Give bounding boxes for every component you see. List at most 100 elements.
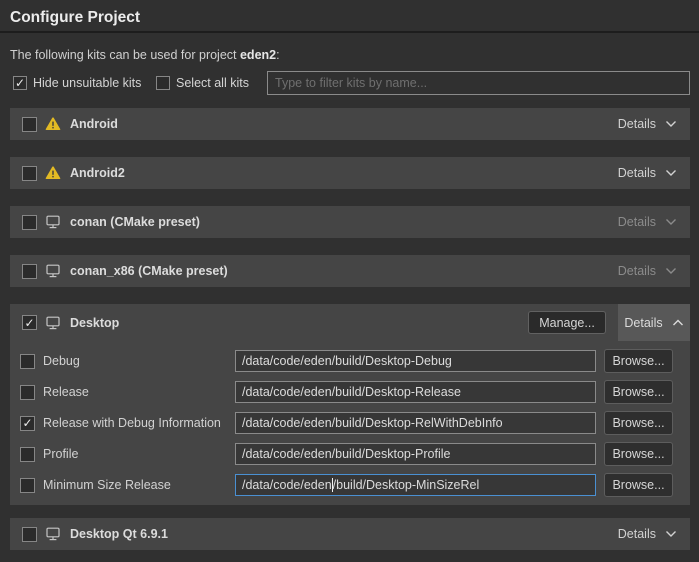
build-dir-value-after-caret: /build/Desktop-MinSizeRel	[333, 478, 480, 492]
build-dir-value: /data/code/eden/build/Desktop-Release	[242, 385, 461, 399]
subtitle-text: The following kits can be used for proje…	[10, 48, 240, 62]
config-checkbox-relwithdebinfo[interactable]	[20, 416, 35, 431]
details-label: Details	[618, 215, 656, 229]
build-dir-input-relwithdebinfo[interactable]: /data/code/eden/build/Desktop-RelWithDeb…	[235, 412, 596, 434]
build-config-row-profile: Profile /data/code/eden/build/Desktop-Pr…	[10, 442, 690, 466]
chevron-down-icon	[665, 267, 677, 275]
build-config-row-debug: Debug /data/code/eden/build/Desktop-Debu…	[10, 349, 690, 373]
kit-checkbox-conan[interactable]	[22, 215, 37, 230]
config-checkbox-debug[interactable]	[20, 354, 35, 369]
build-dir-input-release[interactable]: /data/code/eden/build/Desktop-Release	[235, 381, 596, 403]
config-label: Release with Debug Information	[43, 416, 221, 430]
build-config-row-relwithdebinfo: Release with Debug Information /data/cod…	[10, 411, 690, 435]
kit-checkbox-desktop-qt-691[interactable]	[22, 527, 37, 542]
config-label: Minimum Size Release	[43, 478, 171, 492]
config-label: Debug	[43, 354, 80, 368]
config-left: Release	[20, 380, 89, 404]
select-all-kits-option: Select all kits	[156, 76, 249, 90]
warning-icon	[45, 117, 61, 131]
details-button[interactable]: Details	[618, 304, 690, 341]
kit-row-desktop-qt-691: Desktop Qt 6.9.1 Details	[10, 518, 690, 550]
browse-label: Browse...	[612, 354, 664, 368]
kit-row-android: Android Details	[10, 108, 690, 140]
chevron-down-icon	[665, 530, 677, 538]
desktop-icon	[45, 527, 61, 541]
kit-panel-desktop: Desktop Manage... Details Debug /data/co…	[10, 304, 690, 505]
kit-name: Android	[70, 117, 118, 131]
config-left: Minimum Size Release	[20, 473, 171, 497]
browse-button-minsizerel[interactable]: Browse...	[604, 473, 673, 497]
select-all-kits-label: Select all kits	[176, 76, 249, 90]
kit-checkbox-android2[interactable]	[22, 166, 37, 181]
build-config-row-minsizerel: Minimum Size Release /data/code/eden/bui…	[10, 473, 690, 497]
details-label: Details	[618, 264, 656, 278]
kit-name: Desktop	[70, 316, 119, 330]
kit-name: Desktop Qt 6.9.1	[70, 527, 168, 541]
kit-checkbox-android[interactable]	[22, 117, 37, 132]
manage-label: Manage...	[539, 316, 595, 330]
kits-subtitle: The following kits can be used for proje…	[10, 48, 280, 62]
config-left: Profile	[20, 442, 78, 466]
build-dir-input-debug[interactable]: /data/code/eden/build/Desktop-Debug	[235, 350, 596, 372]
details-label: Details	[618, 527, 656, 541]
kit-row-conan: conan (CMake preset) Details	[10, 206, 690, 238]
kit-row-desktop: Desktop Manage... Details	[10, 304, 690, 341]
config-left: Debug	[20, 349, 80, 373]
build-config-row-release: Release /data/code/eden/build/Desktop-Re…	[10, 380, 690, 404]
details-label: Details	[618, 117, 656, 131]
browse-button-relwithdebinfo[interactable]: Browse...	[604, 411, 673, 435]
config-checkbox-minsizerel[interactable]	[20, 478, 35, 493]
manage-button[interactable]: Manage...	[528, 311, 606, 334]
details-label: Details	[624, 316, 662, 330]
kit-checkbox-conan-x86[interactable]	[22, 264, 37, 279]
browse-label: Browse...	[612, 478, 664, 492]
browse-label: Browse...	[612, 447, 664, 461]
details-button[interactable]: Details	[618, 117, 677, 131]
kit-checkbox-desktop[interactable]	[22, 315, 37, 330]
browse-button-release[interactable]: Browse...	[604, 380, 673, 404]
details-button[interactable]: Details	[618, 166, 677, 180]
kit-name: conan_x86 (CMake preset)	[70, 264, 228, 278]
kit-name: conan (CMake preset)	[70, 215, 200, 229]
kit-row-conan-x86: conan_x86 (CMake preset) Details	[10, 255, 690, 287]
chevron-down-icon	[665, 120, 677, 128]
build-dir-value: /data/code/eden/build/Desktop-Profile	[242, 447, 450, 461]
build-dir-value: /data/code/eden/build/Desktop-RelWithDeb…	[242, 416, 503, 430]
page-title: Configure Project	[10, 9, 140, 27]
warning-icon	[45, 166, 61, 180]
hide-unsuitable-kits-label: Hide unsuitable kits	[33, 76, 141, 90]
build-dir-value-before-caret: /data/code/eden	[242, 478, 332, 492]
config-label: Release	[43, 385, 89, 399]
browse-label: Browse...	[612, 385, 664, 399]
kit-row-android2: Android2 Details	[10, 157, 690, 189]
details-button[interactable]: Details	[618, 264, 677, 278]
details-label: Details	[618, 166, 656, 180]
project-name: eden2	[240, 48, 276, 62]
config-checkbox-profile[interactable]	[20, 447, 35, 462]
desktop-icon	[45, 316, 61, 330]
config-label: Profile	[43, 447, 78, 461]
build-dir-input-minsizerel[interactable]: /data/code/eden/build/Desktop-MinSizeRel	[235, 474, 596, 496]
kit-name: Android2	[70, 166, 125, 180]
browse-button-profile[interactable]: Browse...	[604, 442, 673, 466]
subtitle-colon: :	[276, 48, 279, 62]
config-checkbox-release[interactable]	[20, 385, 35, 400]
hide-unsuitable-kits-option: Hide unsuitable kits	[13, 76, 141, 90]
browse-label: Browse...	[612, 416, 664, 430]
build-dir-value: /data/code/eden/build/Desktop-Debug	[242, 354, 452, 368]
kit-filter-input[interactable]	[267, 71, 690, 95]
build-dir-input-profile[interactable]: /data/code/eden/build/Desktop-Profile	[235, 443, 596, 465]
configure-project-view: Configure Project The following kits can…	[0, 0, 699, 562]
desktop-icon	[45, 215, 61, 229]
config-left: Release with Debug Information	[20, 411, 221, 435]
details-button[interactable]: Details	[618, 215, 677, 229]
select-all-kits-checkbox[interactable]	[156, 76, 170, 90]
browse-button-debug[interactable]: Browse...	[604, 349, 673, 373]
details-button[interactable]: Details	[618, 527, 677, 541]
hide-unsuitable-kits-checkbox[interactable]	[13, 76, 27, 90]
chevron-down-icon	[665, 218, 677, 226]
chevron-down-icon	[665, 169, 677, 177]
chevron-up-icon	[672, 319, 684, 327]
desktop-icon	[45, 264, 61, 278]
title-divider	[0, 31, 699, 33]
